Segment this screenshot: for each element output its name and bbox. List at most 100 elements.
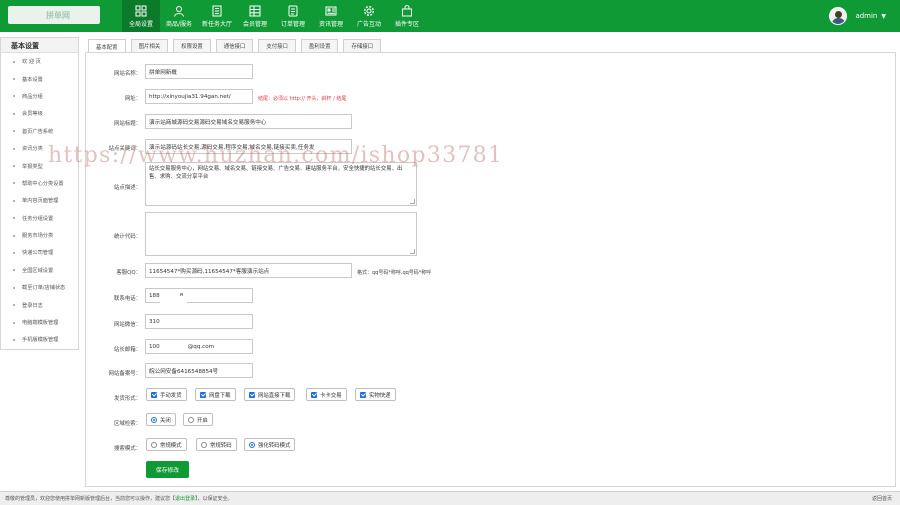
sidebar-item-courier-companies[interactable]: 快递公司管理 [1,244,78,261]
user-icon [174,5,184,17]
sidebar: 基本设置 欢 迎 页 基本设置 商品分组 会员等级 首页广告系统 资讯分类 举报… [0,37,79,350]
sidebar-item-regions[interactable]: 全国区域设置 [1,262,78,279]
avatar[interactable] [829,7,848,25]
checkbox-checked-icon [249,391,255,398]
chevron-down-icon: ▼ [881,12,886,20]
nav-label: 资讯管理 [318,20,343,28]
wechat-label: 网站微信： [114,322,141,328]
table-icon [249,5,261,16]
nav-order-management[interactable]: 订单管理 [274,0,312,32]
sidebar-item-service-market[interactable]: 服务市场分类 [1,227,78,244]
logout-link[interactable]: 退出登录 [175,496,195,502]
sidebar-item-report-types[interactable]: 举报类型 [1,157,78,174]
radio-icon [201,441,207,448]
top-bar: 拼单网 全局设置 商品/服务 新任务大厅 会员管理 订单管理 资讯管理 广告互动 [0,0,900,32]
main-nav: 全局设置 商品/服务 新任务大厅 会员管理 订单管理 资讯管理 广告互动 插件专… [122,0,426,32]
site-url-hint: 结尾：必须以 http:// 开头，斜杆 / 结尾 [258,96,347,102]
qq-input[interactable]: 11654547*购买源码,11654547*客服演示站点 [145,263,352,278]
radio-icon [188,416,194,423]
tab-storage[interactable]: 存储接口 [343,39,382,52]
nav-label: 广告互动 [356,20,381,28]
site-url-input[interactable]: http://xinyoujia31.94gan.net/ [145,89,253,104]
nav-label: 插件专区 [394,20,419,28]
list-icon [288,5,298,16]
nav-label: 会员管理 [242,20,267,28]
delivery-option-manual[interactable]: 手动发货 [146,388,187,401]
sidebar-title: 基本设置 [1,38,78,53]
tab-profit[interactable]: 盈利设置 [300,39,339,52]
checkbox-checked-icon [311,391,317,398]
wechat-input[interactable]: 310 [145,314,253,329]
phone-label: 联系电话： [114,296,141,302]
back-home-link[interactable]: 返回首页 [872,495,892,502]
sidebar-item-help-categories[interactable]: 帮助中心分类设置 [1,175,78,192]
building-icon [212,5,222,16]
nav-label: 新任务大厅 [201,20,232,28]
user-menu[interactable]: admin ▼ [829,7,886,25]
region-filter-off[interactable]: 关闭 [146,413,176,426]
sidebar-item-basic-settings[interactable]: 基本设置 [1,70,78,87]
tab-communication[interactable]: 通信接口 [215,39,254,52]
stats-code-label: 统计代码： [114,234,141,240]
sidebar-item-login-log[interactable]: 登录日志 [1,296,78,313]
nav-task-hall[interactable]: 新任务大厅 [198,0,236,32]
sidebar-item-task-groups[interactable]: 任务分组设置 [1,210,78,227]
grid-icon [135,5,147,16]
nav-news-management[interactable]: 资讯管理 [312,0,350,32]
search-mode-enhanced[interactable]: 强化转码模式 [244,438,296,451]
site-title-input[interactable]: 演示站商城源码交易源码交易域名交易服务中心 [145,114,352,129]
email-label: 站长邮箱： [114,347,141,353]
tab-payment[interactable]: 支付接口 [258,39,296,52]
region-filter-on[interactable]: 开启 [183,413,213,426]
icp-label: 网站备案号： [108,371,141,377]
gear-icon [363,5,375,16]
save-button[interactable]: 保存修改 [146,461,189,478]
nav-global-settings[interactable]: 全局设置 [122,0,160,32]
radio-selected-icon [151,416,157,423]
sidebar-item-home-ads[interactable]: 首页广告系统 [1,123,78,140]
site-url-label: 网址： [124,96,141,102]
email-input[interactable]: 100 @qq.com [145,339,253,354]
stats-code-textarea[interactable] [145,212,417,256]
sidebar-item-news-categories[interactable]: 资讯分类 [1,140,78,157]
qq-format-hint: 格式：qq号码*称呼,qq号码*称呼 [357,270,432,276]
nav-label: 商品/服务 [165,20,193,28]
checkbox-checked-icon [151,391,157,398]
delivery-option-card[interactable]: 卡卡交易 [306,388,347,401]
keywords-input[interactable]: 演示站源码站长交易,源码交易,程序交易,域名交易,链接买卖,任务发 [145,139,352,154]
nav-label: 全局设置 [128,20,153,28]
nav-plugins[interactable]: 插件专区 [388,0,426,32]
sidebar-item-mobile-templates[interactable]: 手机版模板管理 [1,331,78,348]
delivery-option-direct-download[interactable]: 网站直接下载 [244,388,296,401]
sidebar-item-single-pages[interactable]: 单内容页面管理 [1,192,78,209]
description-label: 站点描述： [114,185,141,191]
delivery-option-express[interactable]: 实物快递 [355,388,396,401]
site-name-input[interactable]: 拼单网新概 [145,64,253,79]
tab-permissions[interactable]: 权限设置 [173,39,211,52]
sidebar-item-goods-groups[interactable]: 商品分组 [1,88,78,105]
search-mode-label: 搜索模式： [114,446,141,452]
status-bar: 尊敬的管理员，欢迎您使用拼单网新版管理后台，当前您可以操作，建议您【退出登录】，… [0,491,900,505]
nav-member-management[interactable]: 会员管理 [236,0,274,32]
qq-label: 客服QQ： [116,270,141,276]
description-textarea[interactable]: 站长交易服务中心，网站交易、域名交易、链接交易、广告交易、建站服务平台，安全快捷… [145,162,417,206]
nav-label: 订单管理 [280,20,305,28]
sidebar-item-order-status[interactable]: 截至订单/店铺状态 [1,279,78,296]
tab-images[interactable]: 图片相关 [130,39,169,52]
sidebar-item-pc-templates[interactable]: 电脑端模板管理 [1,314,78,331]
settings-tabs: 基本配置 图片相关 权限设置 通信接口 支付接口 盈利设置 存储接口 [88,39,386,53]
status-message: 尊敬的管理员，欢迎您使用拼单网新版管理后台，当前您可以操作，建议您【退出登录】，… [5,496,233,502]
sidebar-item-welcome[interactable]: 欢 迎 页 [1,53,78,70]
search-mode-normal[interactable]: 常规模式 [146,438,187,451]
checkbox-checked-icon [360,391,366,398]
document-icon [325,6,337,15]
sidebar-item-member-levels[interactable]: 会员等级 [1,105,78,122]
icp-input[interactable]: 皖公网安备6416548854号 [145,363,253,378]
search-mode-normal-transcode[interactable]: 常规转码 [196,438,237,451]
nav-ads[interactable]: 广告互动 [350,0,388,32]
nav-goods-services[interactable]: 商品/服务 [160,0,198,32]
region-filter-label: 区域检索： [114,421,141,427]
logo[interactable]: 拼单网 [8,6,100,24]
tab-basic-config[interactable]: 基本配置 [88,39,126,53]
delivery-option-netdisk[interactable]: 网盘下载 [195,388,236,401]
